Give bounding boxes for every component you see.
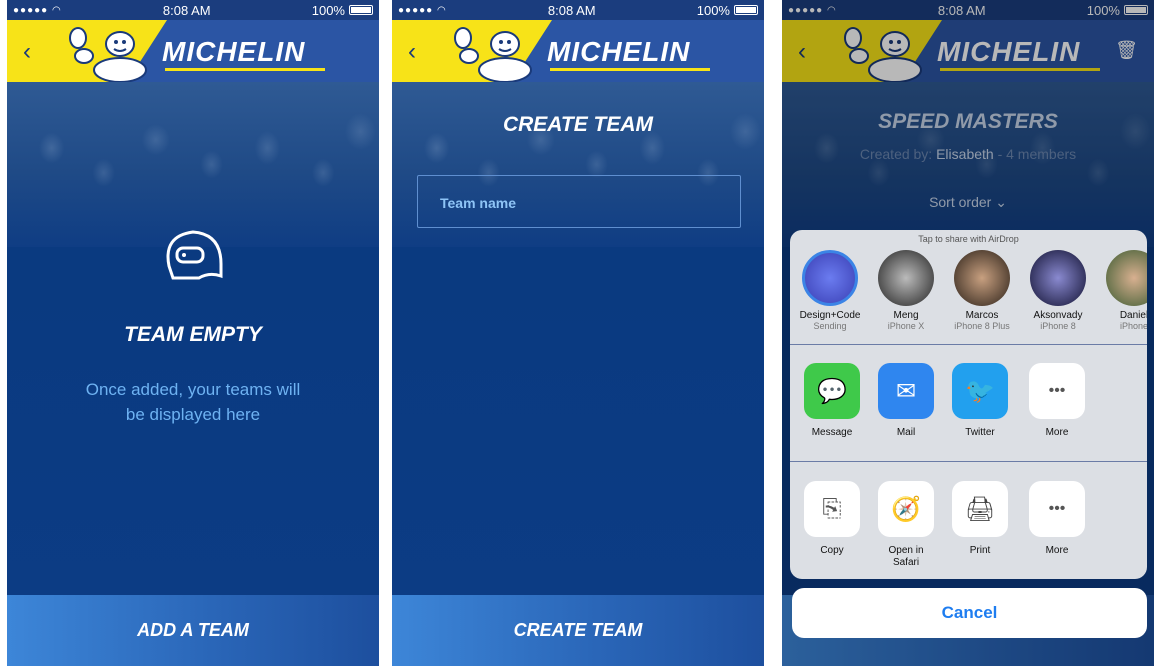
helmet-icon — [166, 230, 223, 280]
battery-icon — [348, 5, 373, 15]
more-icon: ••• — [1029, 481, 1085, 537]
share-action-copy[interactable]: ⎘ Copy — [802, 481, 862, 557]
compass-icon: 🧭 — [878, 481, 934, 537]
twitter-icon: 🐦 — [952, 363, 1008, 419]
status-time: 8:08 AM — [547, 2, 596, 18]
status-time: 8:08 AM — [162, 2, 211, 18]
add-team-button[interactable]: ADD A TEAM — [7, 595, 379, 666]
michelin-man-logo — [454, 27, 532, 82]
avatar — [878, 250, 934, 306]
michelin-man-logo — [69, 27, 147, 82]
airdrop-person[interactable]: Aksonvady iPhone 8 — [1027, 250, 1089, 331]
status-bar: ●●●●● ◠ 8:08 AM 100% — [392, 0, 764, 20]
airdrop-person[interactable]: Marcos iPhone 8 Plus — [951, 250, 1013, 331]
airdrop-person[interactable]: Design+Code Sending — [799, 250, 861, 331]
copy-icon: ⎘ — [804, 481, 860, 537]
print-icon: 🖨 — [952, 481, 1008, 537]
nav-bar: ‹ MICHELIN — [392, 20, 764, 82]
mail-icon: ✉ — [878, 363, 934, 419]
share-app-message[interactable]: 💬 Message — [802, 363, 862, 439]
empty-title: TEAM EMPTY — [124, 323, 262, 346]
back-icon[interactable]: ‹ — [23, 38, 31, 66]
team-detail-share-screen: ●●●●● ◠ 8:08 AM 100% ‹ MICHELIN 🗑 SPEED … — [782, 0, 1154, 666]
nav-bar: ‹ MICHELIN — [7, 20, 379, 82]
airdrop-person[interactable]: Meng iPhone X — [875, 250, 937, 331]
battery-text: 100% — [311, 2, 345, 18]
airdrop-person[interactable]: Daniel iPhone — [1103, 250, 1147, 331]
empty-message-line1: Once added, your teams will — [85, 380, 301, 399]
brand-wordmark: MICHELIN — [162, 36, 306, 67]
avatar — [1106, 250, 1147, 306]
airdrop-hint: Tap to share with AirDrop — [918, 234, 1019, 244]
share-app-twitter[interactable]: 🐦 Twitter — [950, 363, 1010, 439]
back-icon[interactable]: ‹ — [408, 38, 416, 66]
battery-text: 100% — [696, 2, 730, 18]
more-icon: ••• — [1029, 363, 1085, 419]
share-app-mail[interactable]: ✉ Mail — [876, 363, 936, 439]
create-team-screen: ●●●●● ◠ 8:08 AM 100% ‹ MICHELIN CREATE T… — [392, 0, 764, 666]
crowd-background — [7, 82, 379, 247]
share-action-print[interactable]: 🖨 Print — [950, 481, 1010, 557]
team-empty-screen: ●●●●● ◠ 8:08 AM 100% ‹ MICHELIN TEAM EMP… — [7, 0, 379, 666]
cancel-button[interactable]: Cancel — [792, 588, 1147, 638]
battery-icon — [733, 5, 758, 15]
create-team-button[interactable]: CREATE TEAM — [392, 595, 764, 666]
share-action-more[interactable]: ••• More — [1027, 481, 1087, 557]
empty-message-line2: be displayed here — [125, 405, 261, 424]
avatar — [1030, 250, 1086, 306]
status-bar: ●●●●● ◠ 8:08 AM 100% — [7, 0, 379, 20]
share-action-open-in-safari[interactable]: 🧭 Open in Safari — [876, 481, 936, 569]
share-sheet: Tap to share with AirDrop Design+Code Se… — [790, 230, 1147, 579]
avatar — [802, 250, 858, 306]
signal-icon: ●●●●● ◠ — [13, 4, 62, 16]
brand-wordmark: MICHELIN — [547, 36, 691, 67]
team-name-input[interactable]: Team name — [417, 175, 741, 228]
avatar — [954, 250, 1010, 306]
create-team-title: CREATE TEAM — [502, 113, 654, 136]
message-icon: 💬 — [804, 363, 860, 419]
signal-icon: ●●●●● ◠ — [398, 4, 447, 16]
share-app-more[interactable]: ••• More — [1027, 363, 1087, 439]
